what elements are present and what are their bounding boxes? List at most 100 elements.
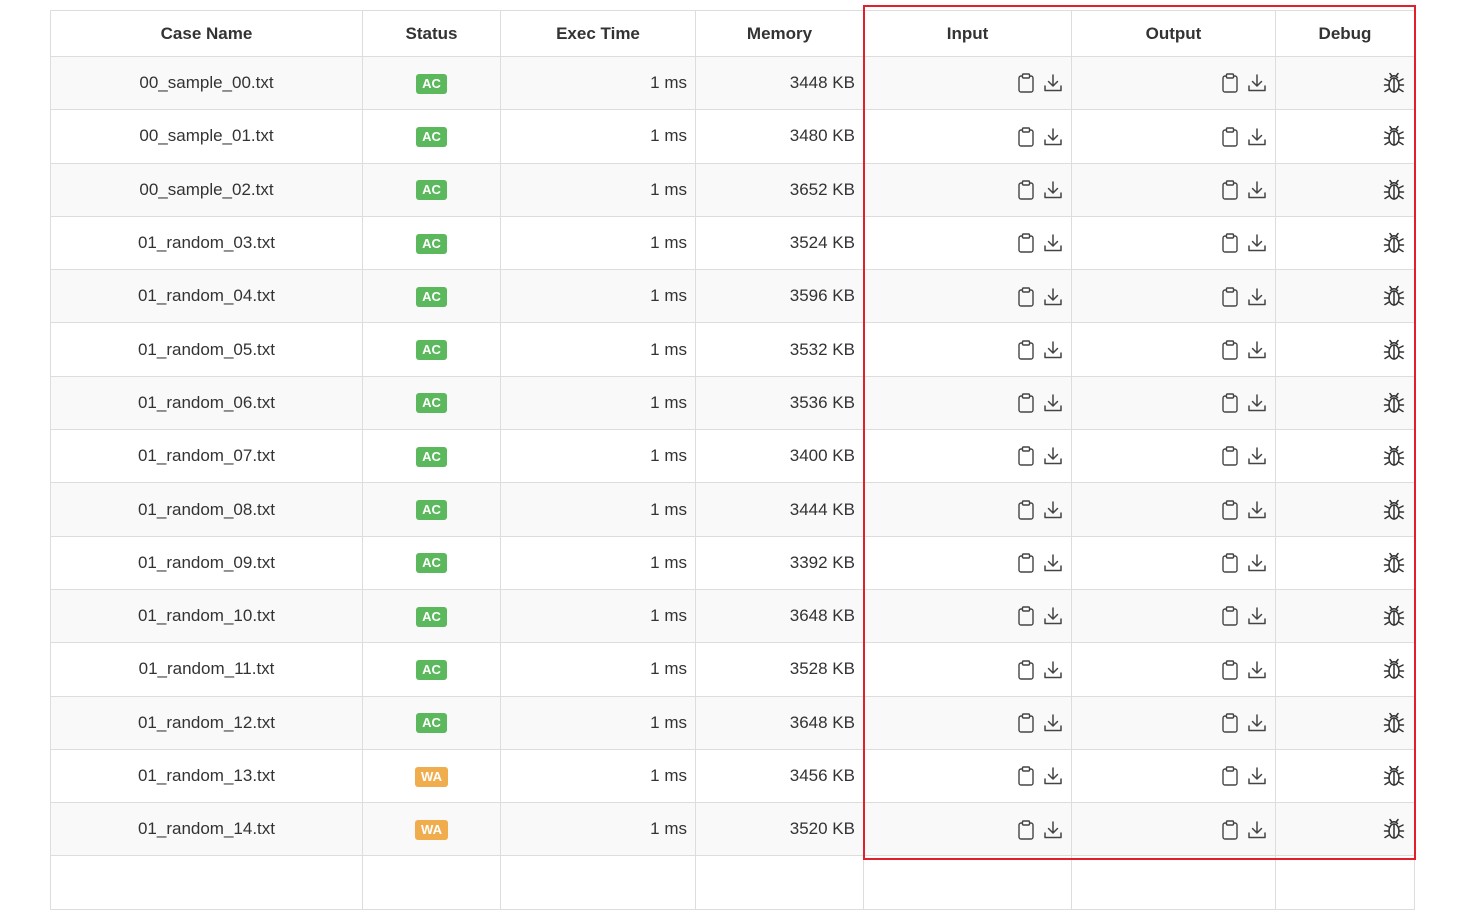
copy-output-clipboard-icon[interactable] bbox=[1221, 446, 1239, 467]
copy-input-clipboard-icon[interactable] bbox=[1017, 446, 1035, 467]
copy-input-clipboard-icon[interactable] bbox=[1017, 180, 1035, 200]
copy-input-clipboard-icon[interactable] bbox=[1017, 766, 1035, 786]
copy-input-clipboard-icon[interactable] bbox=[1017, 713, 1035, 733]
download-input-icon[interactable] bbox=[1043, 340, 1063, 360]
copy-output-clipboard-icon[interactable] bbox=[1221, 233, 1239, 253]
debug-bug-icon[interactable] bbox=[1382, 231, 1406, 255]
debug-bug-icon[interactable] bbox=[1382, 338, 1406, 362]
table-row: 01_random_12.txt AC 1 ms 3648 KB bbox=[50, 695, 1415, 750]
download-output-icon[interactable] bbox=[1247, 553, 1267, 573]
debug-cell bbox=[1275, 535, 1415, 590]
debug-bug-icon[interactable] bbox=[1382, 711, 1406, 735]
copy-output-clipboard-icon[interactable] bbox=[1221, 180, 1239, 200]
copy-output-clipboard-icon[interactable] bbox=[1221, 500, 1239, 520]
download-input-icon[interactable] bbox=[1043, 713, 1063, 733]
download-output-icon[interactable] bbox=[1247, 820, 1267, 840]
copy-input-clipboard-icon[interactable] bbox=[1017, 73, 1035, 94]
copy-output-clipboard-icon[interactable] bbox=[1221, 73, 1239, 94]
copy-output-clipboard-icon[interactable] bbox=[1221, 659, 1239, 680]
copy-input-clipboard-icon[interactable] bbox=[1017, 553, 1035, 573]
status-cell: AC bbox=[362, 375, 501, 431]
exec-time: 1 ms bbox=[650, 339, 687, 359]
download-input-icon[interactable] bbox=[1043, 500, 1063, 520]
copy-output-clipboard-icon[interactable] bbox=[1221, 606, 1239, 627]
output-cell bbox=[1071, 588, 1276, 644]
download-output-icon[interactable] bbox=[1247, 446, 1267, 466]
copy-output-clipboard-icon[interactable] bbox=[1221, 127, 1239, 147]
copy-input-clipboard-icon[interactable] bbox=[1017, 500, 1035, 520]
results-table-container: Case Name Status Exec Time Memory Input … bbox=[50, 10, 1415, 910]
debug-bug-icon[interactable] bbox=[1382, 284, 1406, 308]
exec-time: 1 ms bbox=[650, 126, 687, 146]
debug-cell bbox=[1275, 215, 1415, 271]
download-output-icon[interactable] bbox=[1247, 713, 1267, 733]
download-output-icon[interactable] bbox=[1247, 660, 1267, 680]
exec-time: 1 ms bbox=[650, 819, 687, 839]
copy-input-clipboard-icon[interactable] bbox=[1017, 286, 1035, 307]
debug-bug-icon[interactable] bbox=[1382, 391, 1406, 415]
debug-bug-icon[interactable] bbox=[1382, 657, 1406, 681]
copy-output-clipboard-icon[interactable] bbox=[1221, 819, 1239, 840]
copy-input-clipboard-icon[interactable] bbox=[1017, 606, 1035, 627]
download-output-icon[interactable] bbox=[1247, 233, 1267, 253]
download-output-icon[interactable] bbox=[1247, 500, 1267, 520]
exec-time-cell: 1 ms bbox=[500, 429, 696, 484]
download-input-icon[interactable] bbox=[1043, 127, 1063, 147]
debug-bug-icon[interactable] bbox=[1382, 178, 1406, 202]
download-input-icon[interactable] bbox=[1043, 553, 1063, 573]
copy-input-clipboard-icon[interactable] bbox=[1017, 233, 1035, 253]
column-header-status: Status bbox=[362, 10, 501, 57]
table-row: 00_sample_01.txt AC 1 ms 3480 KB bbox=[50, 109, 1415, 164]
download-output-icon[interactable] bbox=[1247, 73, 1267, 93]
exec-time-cell: 1 ms bbox=[500, 535, 696, 590]
debug-bug-icon[interactable] bbox=[1382, 71, 1406, 95]
table-row: 01_random_13.txt WA 1 ms 3456 KB bbox=[50, 748, 1415, 804]
download-output-icon[interactable] bbox=[1247, 766, 1267, 786]
debug-bug-icon[interactable] bbox=[1382, 764, 1406, 788]
download-output-icon[interactable] bbox=[1247, 180, 1267, 200]
download-input-icon[interactable] bbox=[1043, 660, 1063, 680]
input-cell bbox=[863, 588, 1072, 644]
debug-bug-icon[interactable] bbox=[1382, 498, 1406, 522]
download-input-icon[interactable] bbox=[1043, 446, 1063, 466]
download-output-icon[interactable] bbox=[1247, 340, 1267, 360]
download-output-icon[interactable] bbox=[1247, 393, 1267, 413]
copy-input-clipboard-icon[interactable] bbox=[1017, 393, 1035, 413]
download-input-icon[interactable] bbox=[1043, 766, 1063, 786]
download-input-icon[interactable] bbox=[1043, 233, 1063, 253]
download-input-icon[interactable] bbox=[1043, 393, 1063, 413]
copy-output-clipboard-icon[interactable] bbox=[1221, 340, 1239, 360]
debug-bug-icon[interactable] bbox=[1382, 551, 1406, 575]
debug-bug-icon[interactable] bbox=[1382, 124, 1406, 148]
memory-cell: 3444 KB bbox=[695, 482, 864, 537]
download-input-icon[interactable] bbox=[1043, 606, 1063, 626]
download-output-icon[interactable] bbox=[1247, 287, 1267, 307]
copy-output-clipboard-icon[interactable] bbox=[1221, 766, 1239, 786]
download-input-icon[interactable] bbox=[1043, 820, 1063, 840]
copy-output-clipboard-icon[interactable] bbox=[1221, 393, 1239, 413]
copy-output-clipboard-icon[interactable] bbox=[1221, 553, 1239, 573]
input-cell bbox=[863, 55, 1072, 111]
memory-cell: 3392 KB bbox=[695, 535, 864, 590]
copy-input-clipboard-icon[interactable] bbox=[1017, 127, 1035, 147]
exec-time-cell: 1 ms bbox=[500, 55, 696, 111]
exec-time-cell: 1 ms bbox=[500, 215, 696, 271]
copy-input-clipboard-icon[interactable] bbox=[1017, 340, 1035, 360]
debug-bug-icon[interactable] bbox=[1382, 444, 1406, 468]
copy-output-clipboard-icon[interactable] bbox=[1221, 286, 1239, 307]
download-input-icon[interactable] bbox=[1043, 287, 1063, 307]
copy-input-clipboard-icon[interactable] bbox=[1017, 659, 1035, 680]
download-output-icon[interactable] bbox=[1247, 127, 1267, 147]
exec-time-cell: 1 ms bbox=[500, 482, 696, 537]
download-input-icon[interactable] bbox=[1043, 180, 1063, 200]
download-input-icon[interactable] bbox=[1043, 73, 1063, 93]
memory-cell: 3456 KB bbox=[695, 748, 864, 804]
exec-time: 1 ms bbox=[650, 392, 687, 412]
memory: 3536 KB bbox=[789, 392, 855, 412]
download-output-icon[interactable] bbox=[1247, 606, 1267, 626]
debug-bug-icon[interactable] bbox=[1382, 604, 1406, 628]
copy-output-clipboard-icon[interactable] bbox=[1221, 713, 1239, 733]
copy-input-clipboard-icon[interactable] bbox=[1017, 819, 1035, 840]
debug-bug-icon[interactable] bbox=[1382, 817, 1406, 841]
status-badge: AC bbox=[416, 393, 447, 414]
